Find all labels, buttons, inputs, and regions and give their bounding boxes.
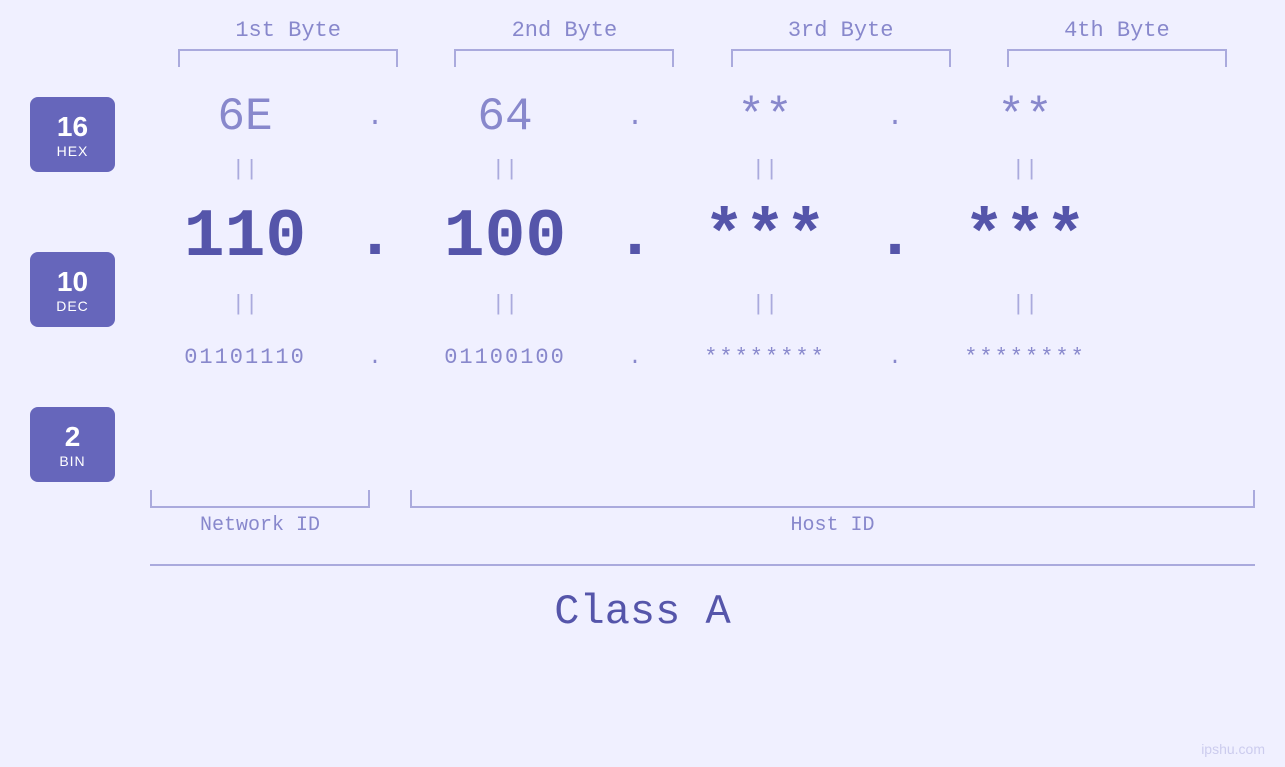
byte-header-1: 1st Byte: [178, 18, 398, 43]
hex-value-4: **: [997, 91, 1052, 143]
eq1-cell-2: ||: [395, 157, 615, 182]
main-grid: 6E . 64 . ** . ** || ||: [135, 77, 1255, 392]
bin-cell-3: ********: [655, 345, 875, 370]
equals-row-1: || || || ||: [135, 152, 1255, 187]
top-bracket-3: [731, 49, 951, 67]
hex-badge-number: 16: [57, 111, 88, 143]
hex-badge-label: HEX: [57, 143, 89, 159]
top-brackets-row: [0, 49, 1285, 67]
eq2-cell-4: ||: [915, 292, 1135, 317]
top-bracket-2: [454, 49, 674, 67]
bin-cell-4: ********: [915, 345, 1135, 370]
hex-value-1: 6E: [217, 91, 272, 143]
bottom-bracket-host: [410, 490, 1255, 508]
hex-cell-4: **: [915, 91, 1135, 143]
byte-header-4: 4th Byte: [1007, 18, 1227, 43]
bin-sep-3: .: [875, 345, 915, 370]
dec-row: 110 . 100 . *** . ***: [135, 187, 1255, 287]
bin-badge-label: BIN: [59, 453, 85, 469]
hex-sep-1: .: [355, 102, 395, 133]
hex-sep-3: .: [875, 102, 915, 133]
bin-badge: 2 BIN: [30, 407, 115, 482]
dec-cell-2: 100: [395, 199, 615, 276]
eq1-cell-1: ||: [135, 157, 355, 182]
dec-badge-label: DEC: [56, 298, 89, 314]
bin-value-1: 01101110: [184, 345, 306, 370]
eq2-cell-3: ||: [655, 292, 875, 317]
hex-value-2: 64: [477, 91, 532, 143]
dec-value-1: 110: [184, 199, 306, 276]
content-area: 16 HEX 10 DEC 2 BIN 6E . 64: [0, 77, 1285, 482]
dec-badge-number: 10: [57, 266, 88, 298]
host-id-label: Host ID: [410, 514, 1255, 537]
hex-cell-1: 6E: [135, 91, 355, 143]
dec-cell-1: 110: [135, 199, 355, 276]
bin-sep-2: .: [615, 345, 655, 370]
dec-sep-2: .: [615, 203, 655, 271]
main-container: 1st Byte 2nd Byte 3rd Byte 4th Byte 16 H…: [0, 0, 1285, 767]
dec-sep-3: .: [875, 203, 915, 271]
bin-cell-1: 01101110: [135, 345, 355, 370]
hex-cell-2: 64: [395, 91, 615, 143]
hex-value-3: **: [737, 91, 792, 143]
eq2-cell-2: ||: [395, 292, 615, 317]
dec-cell-4: ***: [915, 199, 1135, 276]
class-bracket-line: [150, 564, 1255, 566]
byte-header-2: 2nd Byte: [454, 18, 674, 43]
bin-value-2: 01100100: [444, 345, 566, 370]
bin-value-3: ********: [704, 345, 826, 370]
equals-row-2: || || || ||: [135, 287, 1255, 322]
dec-cell-3: ***: [655, 199, 875, 276]
watermark: ipshu.com: [1201, 741, 1265, 757]
top-bracket-4: [1007, 49, 1227, 67]
top-bracket-1: [178, 49, 398, 67]
bin-row: 01101110 . 01100100 . ******** . *******…: [135, 322, 1255, 392]
hex-row: 6E . 64 . ** . **: [135, 82, 1255, 152]
eq1-cell-4: ||: [915, 157, 1135, 182]
bin-cell-2: 01100100: [395, 345, 615, 370]
bottom-bracket-network: [150, 490, 370, 508]
network-id-label: Network ID: [150, 514, 370, 537]
left-labels: 16 HEX 10 DEC 2 BIN: [30, 97, 115, 482]
byte-header-3: 3rd Byte: [731, 18, 951, 43]
bin-value-4: ********: [964, 345, 1086, 370]
byte-headers: 1st Byte 2nd Byte 3rd Byte 4th Byte: [0, 18, 1285, 43]
class-label: Class A: [554, 588, 730, 636]
eq1-cell-3: ||: [655, 157, 875, 182]
dec-value-4: ***: [964, 199, 1086, 276]
dec-value-3: ***: [704, 199, 826, 276]
hex-badge: 16 HEX: [30, 97, 115, 172]
dec-sep-1: .: [355, 203, 395, 271]
bin-badge-number: 2: [65, 421, 81, 453]
dec-badge: 10 DEC: [30, 252, 115, 327]
eq2-cell-1: ||: [135, 292, 355, 317]
dec-value-2: 100: [444, 199, 566, 276]
hex-sep-2: .: [615, 102, 655, 133]
hex-cell-3: **: [655, 91, 875, 143]
bin-sep-1: .: [355, 345, 395, 370]
